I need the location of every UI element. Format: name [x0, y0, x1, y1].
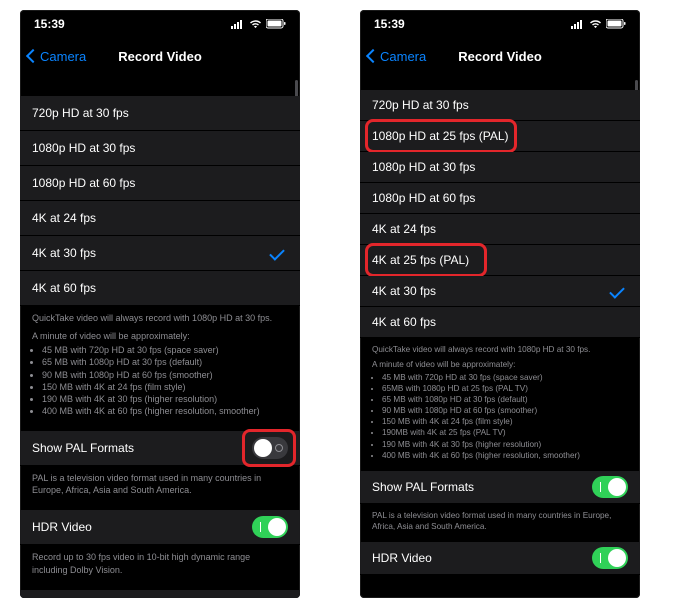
hdr-video-row[interactable]: HDR Video [360, 542, 640, 575]
battery-icon [606, 19, 626, 29]
hdr-label: HDR Video [32, 520, 252, 534]
video-option[interactable]: 4K at 24 fps [360, 214, 640, 245]
nav-bar: Camera Record Video [20, 38, 300, 74]
video-option[interactable]: 1080p HD at 30 fps [20, 131, 300, 166]
back-button[interactable]: Camera [368, 49, 426, 64]
video-option[interactable]: 720p HD at 30 fps [20, 96, 300, 131]
status-indicators [571, 19, 626, 29]
video-option-pal[interactable]: 1080p HD at 25 fps (PAL) [360, 121, 640, 152]
phone-right: 15:39 Camera Record Video 720p HD at 30 … [360, 10, 640, 598]
video-option[interactable]: 4K at 60 fps [20, 271, 300, 306]
show-pal-formats-row[interactable]: Show PAL Formats [360, 471, 640, 504]
signal-icon [571, 20, 585, 29]
video-option[interactable]: 4K at 24 fps [20, 201, 300, 236]
hdr-video-row[interactable]: HDR Video [20, 510, 300, 545]
back-label: Camera [40, 49, 86, 64]
pal-note: PAL is a television video format used in… [360, 504, 640, 538]
hdr-note: Record up to 30 fps video in 10-bit high… [20, 545, 300, 581]
status-bar: 15:39 [20, 10, 300, 38]
status-bar: 15:39 [360, 10, 640, 38]
phone-left: 15:39 Camera Record Video 720p HD at 30 … [20, 10, 300, 598]
pal-label: Show PAL Formats [372, 480, 592, 494]
battery-icon [266, 19, 286, 29]
chevron-left-icon [26, 49, 40, 63]
video-option-selected[interactable]: 4K at 30 fps [360, 276, 640, 307]
back-button[interactable]: Camera [28, 49, 86, 64]
signal-icon [231, 20, 245, 29]
video-option[interactable]: 1080p HD at 30 fps [360, 152, 640, 183]
status-time: 15:39 [374, 17, 405, 31]
video-option-pal[interactable]: 4K at 25 fps (PAL) [360, 245, 640, 276]
settings-content: 720p HD at 30 fps 1080p HD at 30 fps 108… [20, 74, 300, 598]
video-option-selected[interactable]: 4K at 30 fps [20, 236, 300, 271]
hdr-toggle[interactable] [592, 547, 628, 569]
checkmark-icon [269, 245, 285, 261]
footer-note: QuickTake video will always record with … [20, 306, 300, 423]
video-option[interactable]: 720p HD at 30 fps [360, 90, 640, 121]
show-pal-formats-row[interactable]: Show PAL Formats [20, 431, 300, 466]
nav-bar: Camera Record Video [360, 38, 640, 74]
video-option[interactable]: 4K at 60 fps [360, 307, 640, 338]
wifi-icon [589, 20, 602, 29]
hdr-label: HDR Video [372, 551, 592, 565]
back-label: Camera [380, 49, 426, 64]
settings-content: 720p HD at 30 fps 1080p HD at 25 fps (PA… [360, 74, 640, 598]
hdr-toggle[interactable] [252, 516, 288, 538]
pal-label: Show PAL Formats [32, 441, 252, 455]
auto-fps-row[interactable]: Auto FPS Auto 30 fps [20, 590, 300, 598]
checkmark-icon [609, 283, 625, 299]
pal-toggle[interactable] [592, 476, 628, 498]
video-option[interactable]: 1080p HD at 60 fps [360, 183, 640, 214]
pal-toggle[interactable] [252, 437, 288, 459]
pal-note: PAL is a television video format used in… [20, 466, 300, 502]
footer-note: QuickTake video will always record with … [360, 338, 640, 467]
status-indicators [231, 19, 286, 29]
status-time: 15:39 [34, 17, 65, 31]
wifi-icon [249, 20, 262, 29]
chevron-left-icon [366, 49, 380, 63]
video-option[interactable]: 1080p HD at 60 fps [20, 166, 300, 201]
